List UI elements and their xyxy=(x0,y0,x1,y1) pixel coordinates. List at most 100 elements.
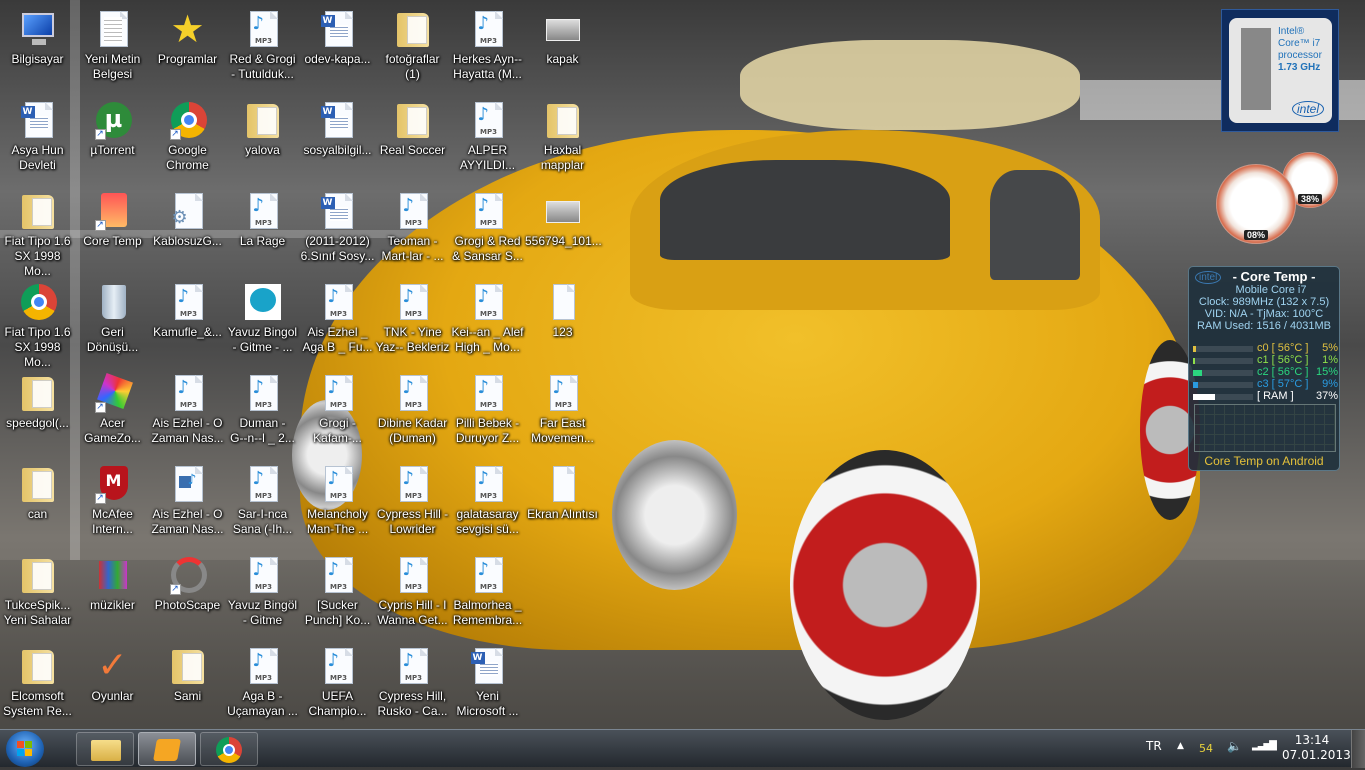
desktop-icon-label: Cypris Hill - I Wanna Get... xyxy=(377,598,448,627)
desktop-icon-label: KablosuzG... xyxy=(153,234,222,248)
language-indicator[interactable]: TR xyxy=(1146,739,1162,753)
desktop-icon[interactable]: ♪ MP3 Far East Movemen... xyxy=(525,368,600,456)
desktop-icon[interactable]: Yeni Metin Belgesi xyxy=(75,4,150,92)
desktop-icon[interactable]: yalova xyxy=(225,95,300,183)
folder-icon xyxy=(543,100,583,140)
desktop-icon[interactable]: ♪ MP3 Grogi - Kafam-... xyxy=(300,368,375,456)
mp3-icon: ♪ MP3 xyxy=(468,373,508,413)
desktop-icon[interactable]: ♪ MP3 UEFA Champio... xyxy=(300,641,375,729)
desktop-icon[interactable]: ♪ MP3 Cypress Hill, Rusko - Ca... xyxy=(375,641,450,729)
desktop-icon[interactable]: ♪ MP3 Ais Ezhel _ Aga B _ Fu... xyxy=(300,277,375,365)
show-desktop-button[interactable] xyxy=(1351,730,1365,768)
desktop-icon[interactable]: 556794_101... xyxy=(525,186,602,274)
desktop-icon[interactable]: 123 xyxy=(525,277,600,365)
desktop-icon-label: Yavuz Bingol - Gitme - ... xyxy=(227,325,298,354)
mp3-icon: ♪ MP3 xyxy=(468,100,508,140)
desktop-icon[interactable]: Bilgisayar xyxy=(0,4,75,92)
desktop-icon[interactable]: M ↗ McAfee Intern... xyxy=(75,459,150,547)
desktop-icon[interactable]: ♪ MP3 Pilli Bebek - Duruyor Z... xyxy=(450,368,525,456)
desktop-icon[interactable]: ♪ MP3 Duman - G--n--l _ 2... xyxy=(225,368,300,456)
core-temp-android-link[interactable]: Core Temp on Android xyxy=(1189,454,1339,468)
desktop-icon-label: Ekran Alıntısı xyxy=(527,507,598,521)
desktop-icon[interactable]: fotoğraflar (1) xyxy=(375,4,450,92)
folder-icon xyxy=(393,9,433,49)
desktop-icon[interactable]: ↗ Acer GameZo... xyxy=(75,368,150,456)
desktop-icon[interactable]: kapak xyxy=(525,4,600,92)
desktop-icon[interactable]: ♪ MP3 [Sucker Punch] Ko... xyxy=(300,550,375,638)
desktop-icon[interactable]: TukceSpik... Yeni Sahalar xyxy=(0,550,75,638)
desktop-icon[interactable]: Real Soccer xyxy=(375,95,450,183)
desktop-icon[interactable]: ♪ MP3 Yavuz Bingöl - Gitme xyxy=(225,550,300,638)
desktop-icon[interactable]: ♪ MP3 Balmorhea _ Remembra... xyxy=(450,550,525,638)
desktop-icon[interactable]: ↗ PhotoScape xyxy=(150,550,225,638)
desktop-icon[interactable]: ↗ Google Chrome xyxy=(150,95,225,183)
desktop-icon[interactable]: ♪ MP3 Red & Grogi - Tutulduk... xyxy=(225,4,300,92)
volume-icon[interactable]: 🔈 xyxy=(1227,739,1242,753)
desktop-icon[interactable]: ♪ MP3 Cypris Hill - I Wanna Get... xyxy=(375,550,450,638)
desktop-icon[interactable]: can xyxy=(0,459,75,547)
core-row: [ RAM ] 37% xyxy=(1193,390,1338,403)
desktop-icon-label: µTorrent xyxy=(90,143,135,157)
windows-logo-icon xyxy=(17,741,32,756)
desktop-icon[interactable]: ♪ MP3 TNK - Yine Yaz-- Bekleriz xyxy=(375,277,450,365)
desktop-icon[interactable]: ♪ MP3 Kei--an _ Alef High _ Mo... xyxy=(450,277,525,365)
desktop-icon[interactable]: Geri Dönüşü... xyxy=(75,277,150,365)
shortcut-arrow-icon: ↗ xyxy=(169,129,181,140)
start-button[interactable] xyxy=(6,731,44,767)
desktop-icon[interactable]: ♪ MP3 ALPER AYYILDI... xyxy=(450,95,525,183)
desktop-icon[interactable]: ♪ MP3 Aga B - Uçamayan ... xyxy=(225,641,300,729)
desktop-icon[interactable]: W (2011-2012) 6.Sınıf Sosy... xyxy=(300,186,375,274)
desktop-icon[interactable]: Haxbal mapplar xyxy=(525,95,600,183)
desktop-icon[interactable]: W Yeni Microsoft ... xyxy=(450,641,525,729)
taskbar-windows-explorer[interactable] xyxy=(76,732,134,766)
taskbar-winamp[interactable] xyxy=(138,732,196,766)
desktop-icon[interactable]: W Asya Hun Devleti xyxy=(0,95,75,183)
desktop-icon[interactable]: ♪ MP3 Sar-I-nca Sana (-Ih... xyxy=(225,459,300,547)
desktop-icon[interactable]: müzikler xyxy=(75,550,150,638)
desktop-icon[interactable]: Wsosyalbilgil... xyxy=(300,95,375,183)
desktop-icon[interactable]: ✓ Oyunlar xyxy=(75,641,150,729)
taskbar-google-chrome[interactable] xyxy=(200,732,258,766)
intel-cpu-gadget[interactable]: Intel® Core™ i7 processor 1.73 GHz intel xyxy=(1221,9,1339,132)
desktop-icon[interactable]: ♪ MP3 Ais Ezhel - O Zaman Nas... xyxy=(150,368,225,456)
core-temp-gadget[interactable]: intel - Core Temp - Mobile Core i7 Clock… xyxy=(1188,266,1340,471)
screenshot-icon xyxy=(543,464,583,504)
desktop-icon[interactable]: Wodev-kapa... xyxy=(300,4,375,92)
desktop-icon[interactable]: ♪ MP3 Herkes Ayn-- Hayatta (M... xyxy=(450,4,525,92)
core-load-percent: 9% xyxy=(1322,378,1338,390)
desktop-icon[interactable]: Fiat Tipo 1.6 SX 1998 Mo... xyxy=(0,277,75,369)
core-load-bar xyxy=(1193,394,1253,400)
network-signal-icon[interactable]: ▂▃▅▇ xyxy=(1252,740,1277,751)
desktop-icon[interactable]: Elcomsoft System Re... xyxy=(0,641,75,729)
desktop-icon[interactable]: ★ Programlar xyxy=(150,4,225,92)
desktop-icon[interactable]: ♪ MP3 Kamufle_&... xyxy=(150,277,225,365)
desktop-icon-label: Kei--an _ Alef High _ Mo... xyxy=(451,325,524,354)
desktop-icon[interactable]: Yavuz Bingol - Gitme - ... xyxy=(225,277,300,365)
desktop-icon[interactable]: speedgol(... xyxy=(0,368,75,456)
desktop-icon[interactable]: Fiat Tipo 1.6 SX 1998 Mo... xyxy=(0,186,75,278)
desktop-icon[interactable]: ♪ MP3 Dibine Kadar (Duman) xyxy=(375,368,450,456)
desktop-icon[interactable]: µ ↗ µTorrent xyxy=(75,95,150,183)
desktop-icon[interactable]: ♪ MP3 Melancholy Man-The ... xyxy=(300,459,375,547)
cpu-meter-gadget[interactable]: 38% 08% xyxy=(1216,152,1341,244)
wallpaper-windshield xyxy=(660,160,950,260)
desktop-icon[interactable]: ♪ MP3 Teoman - Mart-lar - ... xyxy=(375,186,450,274)
cpu-type: processor xyxy=(1278,50,1322,61)
desktop-icon[interactable]: ♪ Ais Ezhel - O Zaman Nas... xyxy=(150,459,225,547)
desktop-icon[interactable]: ♪ MP3 Cypress Hill - Lowrider xyxy=(375,459,450,547)
word-document-icon: W xyxy=(18,100,58,140)
wallpaper-side-window xyxy=(990,170,1080,280)
clock[interactable]: 13:14 07.01.2013 xyxy=(1282,733,1351,763)
desktop-icon-label: Herkes Ayn-- Hayatta (M... xyxy=(452,52,523,81)
desktop-icon[interactable]: ♪ MP3 galatasaray sevgisi sü... xyxy=(450,459,525,547)
desktop-icon[interactable]: ⚙ KablosuzG... xyxy=(150,186,225,274)
show-hidden-icons-arrow-icon[interactable]: ▲ xyxy=(1177,741,1184,751)
desktop-icon[interactable]: ♪ MP3 La Rage xyxy=(225,186,300,274)
tray-counter[interactable]: 54 xyxy=(1199,742,1213,755)
desktop-icon[interactable]: Sami xyxy=(150,641,225,729)
desktop-icon-label: Balmorhea _ Remembra... xyxy=(452,598,523,627)
desktop-icon[interactable]: ↗ Core Temp xyxy=(75,186,150,274)
desktop-icon[interactable]: ♪ MP3 Grogi & Red & Sansar S... xyxy=(450,186,525,274)
desktop-icon[interactable]: Ekran Alıntısı xyxy=(525,459,600,547)
desktop-icon-label: fotoğraflar (1) xyxy=(385,52,440,81)
